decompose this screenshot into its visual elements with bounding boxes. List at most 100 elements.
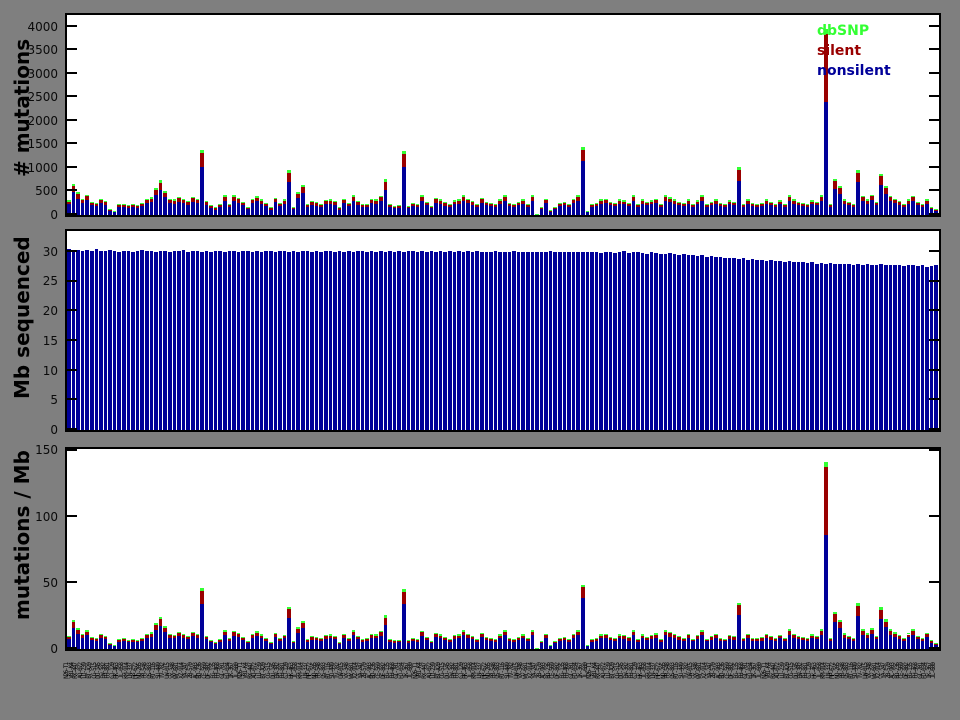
bar-segment	[383, 181, 388, 190]
bar-segment	[108, 644, 112, 649]
bar-segment	[402, 153, 406, 167]
bar-segment	[406, 206, 411, 209]
bar-segment	[76, 194, 80, 199]
bar-segment	[383, 617, 388, 626]
bar-segment	[553, 641, 558, 644]
bar-segment	[594, 251, 599, 430]
bar-segment	[782, 261, 787, 430]
bar-segment	[631, 252, 636, 430]
bar-segment	[94, 206, 99, 215]
bar-segment	[920, 204, 925, 206]
bar-segment	[681, 206, 686, 215]
bar-segment	[360, 638, 365, 640]
bar-segment	[80, 635, 85, 639]
bar-segment	[581, 149, 585, 161]
bar-segment	[305, 250, 310, 430]
bar-segment	[484, 201, 489, 203]
bar-segment	[691, 205, 695, 208]
bar-segment	[879, 607, 883, 610]
bar-segment	[489, 206, 493, 215]
bar-segment	[301, 193, 305, 215]
bar-segment	[324, 204, 328, 215]
bar-segment	[443, 202, 447, 204]
bar-segment	[434, 633, 438, 635]
bar-segment	[594, 640, 599, 649]
bar-segment	[883, 265, 888, 430]
bar-segment	[824, 263, 828, 430]
bar-segment	[466, 637, 470, 649]
bar-segment	[539, 208, 544, 215]
bar-segment	[397, 205, 402, 206]
bar-segment	[145, 638, 149, 649]
bar-segment	[714, 638, 718, 649]
bar-segment	[920, 205, 925, 208]
bar-segment	[356, 635, 360, 637]
y-tick-label: 0	[50, 423, 58, 437]
bar-segment	[801, 640, 805, 649]
bar-segment	[603, 203, 608, 215]
bar-segment	[85, 200, 89, 215]
bar-segment	[626, 202, 631, 204]
bar-segment	[700, 255, 704, 430]
bar-segment	[236, 199, 241, 203]
bar-segment	[525, 638, 530, 640]
bar-segment	[76, 629, 80, 634]
bar-segment	[851, 638, 856, 642]
bar-segment	[732, 257, 737, 430]
bar-segment	[227, 638, 232, 640]
bar-segment	[704, 256, 709, 430]
bar-segment	[594, 203, 599, 207]
bar-segment	[296, 629, 301, 634]
bar-segment	[475, 204, 480, 206]
bar-segment	[310, 251, 314, 430]
bar-segment	[548, 210, 553, 212]
bar-segment	[796, 636, 801, 640]
bar-segment	[181, 635, 186, 638]
bar-segment	[668, 632, 672, 634]
bar-segment	[787, 634, 792, 649]
bar-segment	[732, 636, 737, 638]
bar-segment	[245, 641, 250, 644]
bar-segment	[672, 200, 677, 204]
bar-segment	[273, 199, 278, 203]
bar-segment	[447, 641, 452, 649]
bar-segment	[379, 200, 383, 215]
bar-segment	[406, 250, 411, 430]
bar-segment	[521, 635, 525, 639]
bar-segment	[241, 251, 245, 430]
bar-segment	[893, 265, 897, 430]
bar-segment	[402, 591, 406, 604]
bar-segment	[608, 251, 613, 430]
bar-segment	[737, 615, 741, 649]
legend: dbSNP silent nonsilent	[817, 21, 891, 81]
bar-segment	[815, 205, 819, 215]
bar-segment	[282, 203, 287, 215]
bar-segment	[447, 204, 452, 206]
bar-segment	[480, 202, 484, 215]
bar-segment	[190, 198, 195, 202]
bar-segment	[388, 638, 392, 640]
bar-segment	[631, 631, 636, 636]
bar-segment	[558, 206, 562, 215]
bar-segment	[112, 211, 117, 215]
bar-segment	[700, 630, 704, 632]
bar-segment	[498, 634, 502, 636]
bar-segment	[594, 638, 599, 641]
y-tick-label: 10	[42, 363, 58, 378]
bar-segment	[691, 254, 695, 430]
bar-segment	[85, 250, 89, 430]
bar-segment	[470, 200, 475, 203]
bar-segment	[714, 200, 718, 204]
bar-segment	[351, 200, 356, 215]
bar-segment	[282, 199, 287, 201]
bar-segment	[911, 200, 916, 215]
bar-segment	[452, 204, 457, 215]
bar-segment	[815, 202, 819, 206]
bar-segment	[760, 203, 764, 205]
bar-segment	[346, 203, 351, 205]
bar-segment	[860, 634, 865, 649]
tick-left	[67, 189, 77, 192]
tick-left	[67, 309, 77, 312]
bar-segment	[333, 204, 337, 215]
bar-segment	[255, 631, 259, 633]
